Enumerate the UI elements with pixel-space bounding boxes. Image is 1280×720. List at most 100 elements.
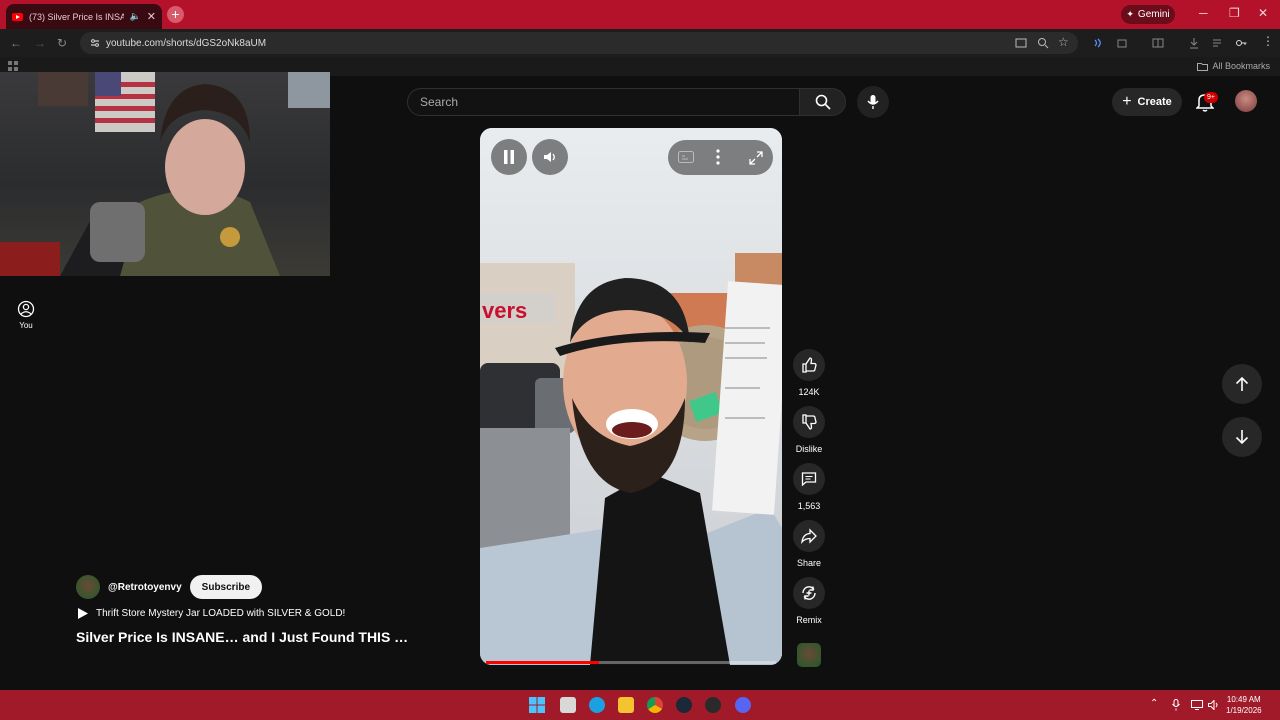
download-icon[interactable] [1188,37,1200,49]
zoom-icon[interactable] [1037,37,1049,49]
avatar[interactable] [1235,90,1257,112]
split-view-icon[interactable] [1152,37,1164,49]
remix-icon [800,584,818,602]
pause-button[interactable] [491,139,527,175]
remix-label: Remix [796,615,822,625]
volume-icon [543,150,557,164]
windows-start-icon[interactable] [529,697,545,713]
share-label: Share [796,558,822,568]
clock-date: 1/19/2026 [1226,706,1262,715]
linked-video-link[interactable]: Thrift Store Mystery Jar LOADED with SIL… [78,608,345,619]
edge-icon[interactable] [589,697,605,713]
arrow-up-icon [1235,376,1249,392]
remix-button[interactable]: Remix [790,577,828,625]
captions-icon[interactable] [678,151,694,163]
cast-icon[interactable] [1015,37,1027,49]
play-icon [78,608,88,619]
tab-title: (73) Silver Price Is INSANE... [29,11,124,22]
create-button[interactable]: + Create [1112,88,1182,116]
video-frame-image: vers [480,128,782,665]
extensions-puzzle-icon[interactable] [1116,37,1128,49]
comment-icon [801,471,817,487]
system-clock[interactable]: 10:49 AM 1/19/2026 [1226,694,1262,716]
notification-badge: 9+ [1204,92,1218,103]
dislike-button[interactable]: Dislike [790,406,828,454]
clock-time: 10:49 AM [1226,695,1261,704]
sparkle-icon: ✦ [1126,9,1134,19]
browser-tab[interactable]: (73) Silver Price Is INSANE... 🔈 ✕ [6,4,162,29]
tray-chevron-icon[interactable]: ⌃ [1150,698,1158,709]
chrome-icon[interactable] [647,697,663,713]
browser-tab-strip: (73) Silver Price Is INSANE... 🔈 ✕ + ✦ G… [0,0,1280,29]
share-button[interactable]: Share [790,520,828,568]
sidebar-you-label: You [19,321,33,330]
site-info-icon[interactable] [90,38,100,48]
file-explorer-icon[interactable] [618,697,634,713]
tray-mic-icon[interactable] [1172,699,1180,711]
more-options-icon[interactable] [716,149,720,165]
channel-avatar-small[interactable] [797,643,821,667]
create-label: Create [1137,96,1172,108]
window-close-icon[interactable]: ✕ [1258,6,1268,20]
minimize-icon[interactable]: ─ [1199,6,1208,20]
shorts-video-player[interactable]: vers [480,128,782,665]
account-circle-icon [12,300,40,318]
tab-close-icon[interactable]: ✕ [147,10,156,23]
search-button[interactable] [799,88,846,116]
channel-handle[interactable]: @Retrotoyenvy [108,582,182,593]
all-bookmarks-button[interactable]: All Bookmarks [1197,61,1270,71]
youtube-favicon-icon [12,12,23,21]
url-bar[interactable]: youtube.com/shorts/dGS2oNk8aUM [80,32,1078,54]
dislike-label: Dislike [795,444,823,454]
address-toolbar: ← → ↻ youtube.com/shorts/dGS2oNk8aUM ☆ ⋮ [0,29,1280,57]
search-input[interactable]: Search [407,88,800,116]
share-arrow-icon [801,528,817,544]
webcam-person-image [0,72,330,276]
plus-icon: + [1122,93,1132,110]
folder-icon [1197,62,1209,71]
comment-count: 1,563 [797,501,821,511]
tab-audio-icon[interactable]: 🔈 [130,11,141,22]
forward-icon[interactable]: → [34,36,46,50]
bookmark-star-icon[interactable]: ☆ [1058,35,1070,49]
tray-speaker-icon[interactable] [1208,700,1220,710]
sidebar-item-you[interactable]: You [12,300,40,330]
steam-icon[interactable] [676,697,692,713]
new-tab-button[interactable]: + [167,6,184,23]
video-title[interactable]: Silver Price Is INSANE… and I Just Found… [76,629,408,645]
fullscreen-icon[interactable] [749,151,763,165]
back-icon[interactable]: ← [10,36,22,50]
reload-icon[interactable]: ↻ [57,36,67,50]
task-view-icon[interactable] [560,697,576,713]
next-short-button[interactable] [1222,417,1262,457]
search-placeholder: Search [420,95,459,109]
profile-key-icon[interactable] [1235,37,1247,49]
linked-video-title: Thrift Store Mystery Jar LOADED with SIL… [96,608,346,619]
pause-icon [503,150,515,164]
voice-search-button[interactable] [857,86,889,118]
media-queue-icon[interactable] [1212,37,1224,49]
discord-icon[interactable] [735,697,751,713]
subscribe-button[interactable]: Subscribe [189,575,263,599]
all-bookmarks-label: All Bookmarks [1212,61,1270,71]
volume-button[interactable] [532,139,568,175]
obs-icon[interactable] [705,697,721,713]
extension-icon[interactable] [1092,37,1104,49]
channel-avatar[interactable] [76,575,100,599]
previous-short-button[interactable] [1222,364,1262,404]
restore-icon[interactable]: ❐ [1229,6,1240,20]
microphone-icon [867,94,879,110]
tray-display-icon[interactable] [1191,700,1203,710]
comments-button[interactable]: 1,563 [790,463,828,511]
like-button[interactable]: 124K [790,349,828,397]
browser-menu-icon[interactable]: ⋮ [1262,34,1274,48]
channel-row: @Retrotoyenvy Subscribe [76,575,263,599]
gemini-button[interactable]: ✦ Gemini [1121,5,1175,24]
url-text: youtube.com/shorts/dGS2oNk8aUM [106,37,267,49]
windows-taskbar [0,690,1280,720]
thumbs-up-icon [801,357,817,373]
video-progress-bar[interactable] [486,661,776,664]
arrow-down-icon [1235,429,1249,445]
apps-grid-icon[interactable] [8,61,18,71]
like-count: 124K [798,387,820,397]
